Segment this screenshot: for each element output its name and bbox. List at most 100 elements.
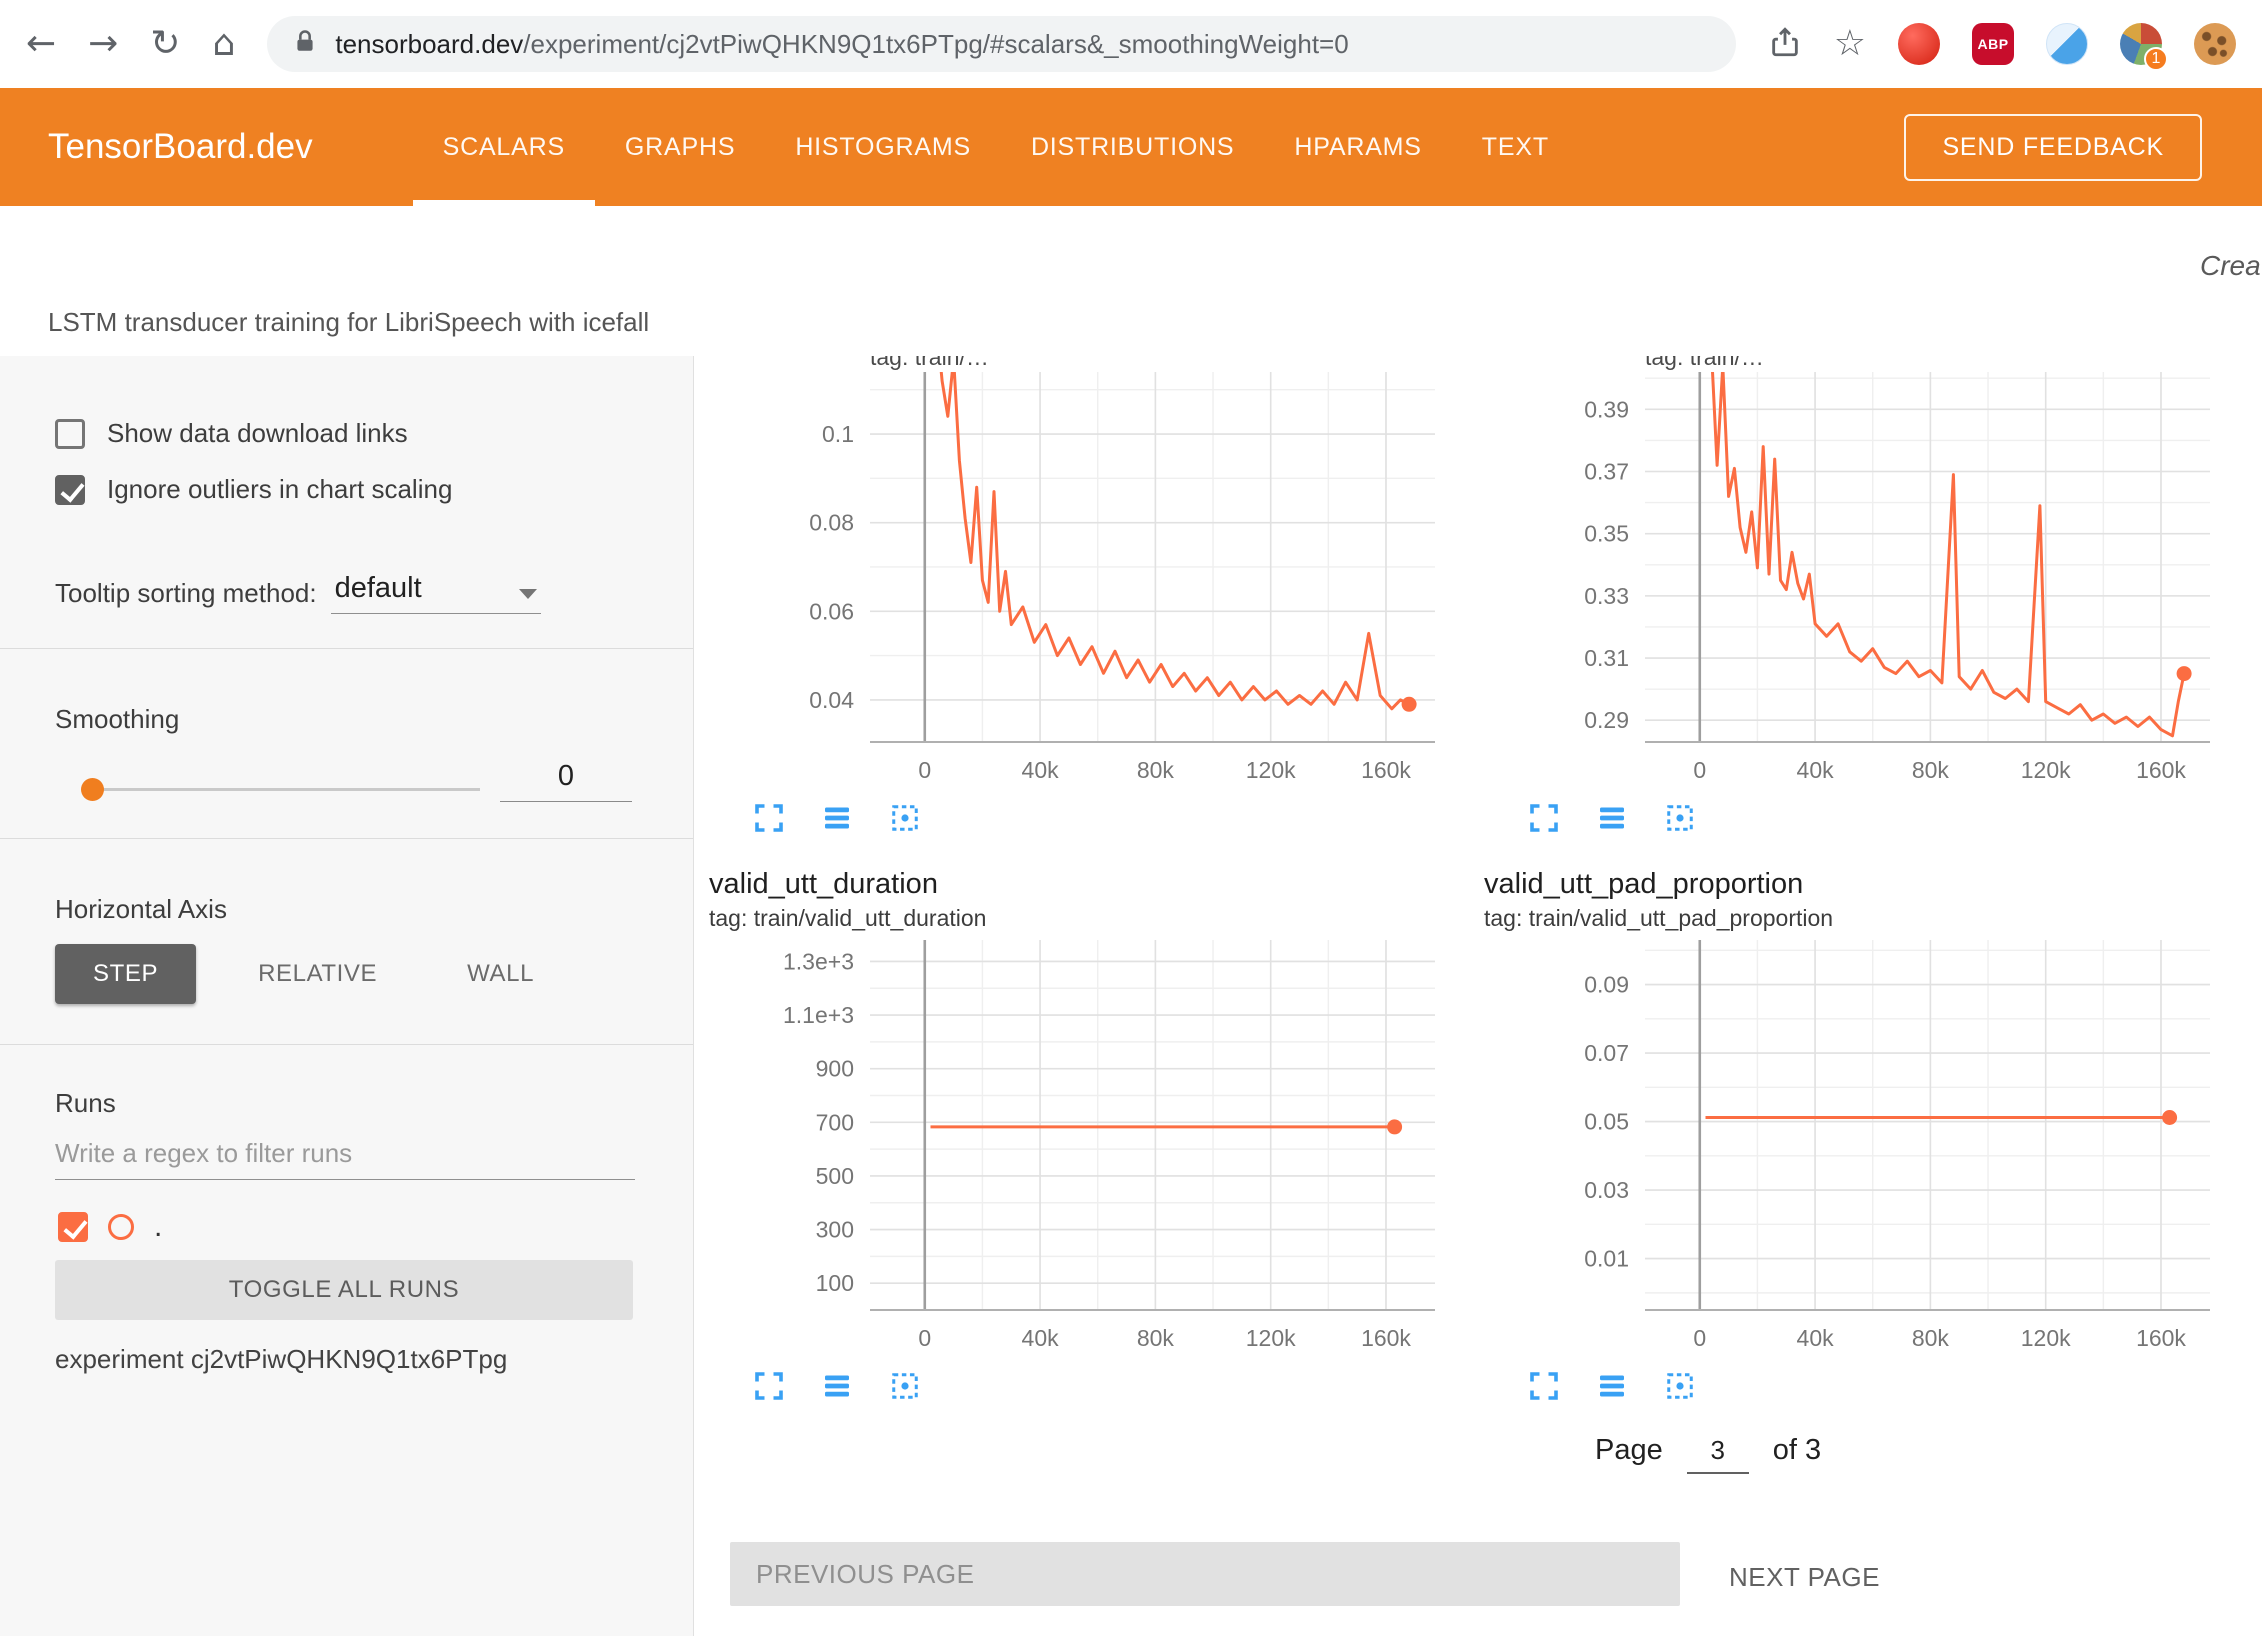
forward-icon[interactable]: → (88, 26, 118, 62)
horizontal-axis-label-row: Horizontal Axis (55, 894, 227, 925)
axis-relative-button[interactable]: RELATIVE (230, 944, 405, 1004)
tab-histograms[interactable]: HISTOGRAMS (765, 88, 1001, 206)
svg-text:500: 500 (816, 1163, 854, 1189)
smoothing-slider[interactable] (85, 788, 480, 791)
ssl-lock-icon[interactable] (291, 28, 319, 61)
svg-text:0: 0 (1693, 757, 1706, 783)
fit-domain-icon[interactable] (1661, 1367, 1699, 1405)
fit-domain-icon[interactable] (886, 799, 924, 837)
profile-avatar[interactable]: 1 (2120, 23, 2162, 65)
chart-tag-clipped: tag: train/… (870, 356, 1470, 372)
send-feedback-button[interactable]: SEND FEEDBACK (1904, 114, 2202, 181)
svg-text:0.29: 0.29 (1584, 707, 1629, 733)
toggle-y-axis-icon[interactable] (1593, 799, 1631, 837)
page-number-input[interactable] (1687, 1434, 1749, 1474)
tab-distributions[interactable]: DISTRIBUTIONS (1001, 88, 1264, 206)
toggle-y-axis-icon[interactable] (1593, 1367, 1631, 1405)
svg-text:120k: 120k (1246, 1325, 1296, 1351)
next-page-button[interactable]: NEXT PAGE (1717, 1554, 1892, 1601)
show-download-links-checkbox[interactable] (55, 419, 85, 449)
runs-regex-input[interactable] (55, 1134, 635, 1180)
svg-text:160k: 160k (1361, 757, 1411, 783)
expand-chart-icon[interactable] (1525, 1367, 1563, 1405)
run-checkbox[interactable] (58, 1212, 88, 1242)
toggle-all-runs-button[interactable]: TOGGLE ALL RUNS (55, 1260, 633, 1320)
svg-text:0.33: 0.33 (1584, 583, 1629, 609)
home-icon[interactable]: ⌂ (213, 26, 236, 62)
tab-graphs[interactable]: GRAPHS (595, 88, 765, 206)
cookie-icon[interactable] (2194, 23, 2236, 65)
extension-icon[interactable] (2046, 23, 2088, 65)
chart-tag-clipped: tag: train/… (1645, 356, 2245, 372)
smoothing-value-input[interactable]: 0 (500, 760, 632, 802)
expand-chart-icon[interactable] (750, 1367, 788, 1405)
ignore-outliers-checkbox[interactable] (55, 475, 85, 505)
show-download-links-row[interactable]: Show data download links (55, 418, 408, 449)
toggle-y-axis-icon[interactable] (818, 799, 856, 837)
tooltip-sorting-row: Tooltip sorting method: default (55, 572, 541, 614)
chart-title: valid_utt_duration (709, 868, 1470, 901)
runs-label: Runs (55, 1088, 116, 1119)
svg-text:0.37: 0.37 (1584, 459, 1629, 485)
tab-text[interactable]: TEXT (1452, 88, 1579, 206)
divider (0, 838, 693, 839)
axis-step-button[interactable]: STEP (55, 944, 196, 1004)
run-color-swatch (108, 1214, 134, 1240)
share-icon[interactable] (1768, 25, 1802, 64)
svg-text:120k: 120k (1246, 757, 1296, 783)
scalar-chart[interactable]: 1003005007009001.1e+31.3e+3040k80k120k16… (695, 940, 1435, 1355)
svg-text:0.03: 0.03 (1584, 1177, 1629, 1203)
scalar-chart[interactable]: 0.040.060.080.1040k80k120k160k (695, 372, 1435, 787)
svg-text:160k: 160k (2136, 757, 2186, 783)
previous-page-button[interactable]: PREVIOUS PAGE (730, 1542, 1680, 1606)
svg-text:0.31: 0.31 (1584, 645, 1629, 671)
scalar-chart[interactable]: 0.290.310.330.350.370.39040k80k120k160k (1470, 372, 2210, 787)
expand-chart-icon[interactable] (1525, 799, 1563, 837)
chart-card-top-right: tag: train/… 0.290.310.330.350.370.39040… (1470, 356, 2245, 837)
tooltip-sorting-dropdown[interactable]: default (331, 572, 541, 614)
page-label: Page (1595, 1434, 1663, 1467)
chevron-down-icon (519, 589, 537, 599)
run-row[interactable]: . (58, 1212, 162, 1242)
abp-extension-icon[interactable]: ABP (1972, 23, 2014, 65)
fit-domain-icon[interactable] (886, 1367, 924, 1405)
tab-scalars[interactable]: SCALARS (413, 88, 595, 206)
svg-text:0.08: 0.08 (809, 510, 854, 536)
experiment-id-label: experiment cj2vtPiwQHKN9Q1tx6PTpg (55, 1344, 507, 1375)
svg-text:160k: 160k (1361, 1325, 1411, 1351)
chart-tag: tag: train/valid_utt_duration (709, 905, 1470, 932)
ignore-outliers-row[interactable]: Ignore outliers in chart scaling (55, 474, 452, 505)
svg-text:0.06: 0.06 (809, 598, 854, 624)
svg-text:900: 900 (816, 1056, 854, 1082)
tab-hparams[interactable]: HPARAMS (1264, 88, 1451, 206)
bookmark-star-icon[interactable]: ☆ (1834, 26, 1866, 62)
charts-panel: tag: train/… 0.040.060.080.1040k80k120k1… (695, 356, 2262, 1636)
tooltip-sorting-value: default (335, 572, 422, 605)
adblock-extension-icon[interactable] (1898, 23, 1940, 65)
svg-text:160k: 160k (2136, 1325, 2186, 1351)
address-bar[interactable]: tensorboard.dev/experiment/cj2vtPiwQHKN9… (267, 16, 1735, 72)
svg-text:100: 100 (816, 1270, 854, 1296)
back-icon[interactable]: ← (26, 26, 56, 62)
reload-icon[interactable]: ↻ (150, 26, 180, 62)
scalar-chart[interactable]: 0.010.030.050.070.09040k80k120k160k (1470, 940, 2210, 1355)
chart-tag: tag: train/valid_utt_pad_proportion (1484, 905, 2245, 932)
smoothing-slider-thumb[interactable] (81, 778, 104, 801)
experiment-header: Crea LSTM transducer training for LibriS… (0, 206, 2262, 356)
smoothing-label: Smoothing (55, 704, 179, 735)
svg-text:40k: 40k (1797, 1325, 1835, 1351)
expand-chart-icon[interactable] (750, 799, 788, 837)
tooltip-sorting-label: Tooltip sorting method: (55, 578, 317, 609)
runs-label-row: Runs (55, 1088, 116, 1119)
toggle-y-axis-icon[interactable] (818, 1367, 856, 1405)
axis-wall-button[interactable]: WALL (439, 944, 562, 1004)
svg-text:0: 0 (1693, 1325, 1706, 1351)
pagination: Page of 3 (1595, 1434, 1821, 1474)
divider (0, 1044, 693, 1045)
brand-logo[interactable]: TensorBoard.dev (48, 127, 313, 167)
svg-text:700: 700 (816, 1109, 854, 1135)
fit-domain-icon[interactable] (1661, 799, 1699, 837)
chart-card-valid-utt-pad-proportion: valid_utt_pad_proportion tag: train/vali… (1470, 868, 2245, 1405)
chart-toolbar (1525, 799, 2245, 837)
app-header: TensorBoard.dev SCALARS GRAPHS HISTOGRAM… (0, 88, 2262, 206)
